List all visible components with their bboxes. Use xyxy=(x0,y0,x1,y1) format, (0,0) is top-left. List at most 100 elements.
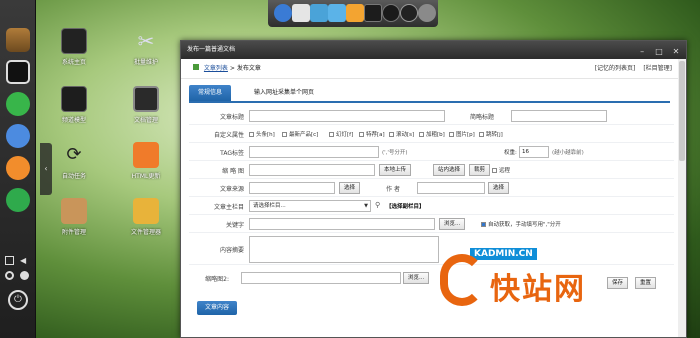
column-manage-link[interactable]: [栏目管理] xyxy=(643,65,672,72)
notes-icon[interactable] xyxy=(6,60,30,84)
tag-input[interactable] xyxy=(249,146,379,158)
settings-icon[interactable] xyxy=(5,271,14,280)
grid-icon[interactable] xyxy=(5,256,14,265)
crop-button[interactable]: 裁剪 xyxy=(469,164,491,176)
breadcrumb-sep: > xyxy=(229,65,235,72)
source-input[interactable] xyxy=(249,182,335,194)
attr-image[interactable]: 图片[p] xyxy=(449,130,475,138)
window-titlebar[interactable]: 发布一篇普通文档 – □ ✕ xyxy=(181,41,686,59)
window-title: 发布一篇普通文档 xyxy=(187,46,236,53)
moon-icon[interactable] xyxy=(400,4,418,22)
desktop-icon-label: 文档管理 xyxy=(133,117,158,124)
article-content-button[interactable]: 文章内容 xyxy=(197,301,238,315)
desktop-icon-docs[interactable]: 文档管理 xyxy=(118,86,174,124)
title-label: 文章标题 xyxy=(219,114,244,121)
sub-column-link[interactable]: 【选择副栏目】 xyxy=(386,202,425,210)
breadcrumb-link[interactable]: 文章列表 xyxy=(204,65,228,72)
row-tags: TAG标签 (','号分开) 权重: 16 (越小越靠前) xyxy=(189,143,674,161)
chart-icon[interactable] xyxy=(292,4,310,22)
thumb2-input[interactable] xyxy=(241,272,401,284)
auto-fetch-checkbox[interactable]: 自动获取，手动填写用","分开 xyxy=(481,220,561,228)
weight-label: 权重: xyxy=(504,150,517,156)
tab-collect-url[interactable]: 输入网址采集单个网页 xyxy=(245,85,323,101)
desktop-icon-batch[interactable]: ✂ 批量维护 xyxy=(118,28,174,66)
attr-bold[interactable]: 加粗[b] xyxy=(419,130,445,138)
tab-general[interactable]: 常规信息 xyxy=(189,85,232,101)
gear-icon[interactable] xyxy=(418,4,436,22)
summary-textarea[interactable] xyxy=(249,236,439,263)
search-icon[interactable]: ⚲ xyxy=(375,201,380,209)
keyword-browse-button[interactable]: 浏览... xyxy=(439,218,466,230)
keyword-input[interactable] xyxy=(249,218,435,230)
minimize-icon[interactable]: – xyxy=(636,46,648,58)
document-icon[interactable] xyxy=(6,156,30,180)
attr-label: 自定义属性 xyxy=(213,132,244,139)
row-attrs: 自定义属性 头条[h] 最新产品[c] 幻灯[f] 特荐[a] 滚动[s] 加粗… xyxy=(189,125,674,143)
desktop-icon-files[interactable]: 文件管理器 xyxy=(118,198,174,236)
globe-icon[interactable] xyxy=(274,4,292,22)
tag-label: TAG标签 xyxy=(220,150,244,157)
thumb-input[interactable] xyxy=(249,164,375,176)
author-label: 作 者 xyxy=(386,186,400,193)
close-icon[interactable]: ✕ xyxy=(670,46,682,58)
watermark-url: KADMIN.CN xyxy=(470,248,537,260)
keyword-label: 关键字 xyxy=(225,222,244,229)
attr-recommend[interactable]: 特荐[a] xyxy=(359,130,385,138)
attr-headline[interactable]: 头条[h] xyxy=(249,130,275,138)
desktop-icon-html[interactable]: HTML更新 xyxy=(118,142,174,180)
thumb2-label: 缩略图2: xyxy=(205,276,229,283)
attr-slide[interactable]: 幻灯[f] xyxy=(329,130,353,138)
desktop-icon-label: 频道模型 xyxy=(61,117,86,124)
short-title-input[interactable] xyxy=(511,110,607,122)
thumb-label: 缩 略 图 xyxy=(222,168,244,175)
reset-button[interactable]: 重置 xyxy=(635,277,657,289)
power-icon[interactable]: ⏻ xyxy=(8,290,28,310)
desktop-icon-label: 批量维护 xyxy=(133,59,158,66)
books-icon[interactable] xyxy=(6,28,30,52)
author-input[interactable] xyxy=(417,182,485,194)
desktop-icon-label: 文件管理器 xyxy=(130,229,161,236)
remembered-list-link[interactable]: [记忆的列表页] xyxy=(595,65,636,72)
envelope-icon[interactable] xyxy=(328,4,346,22)
author-choose-button[interactable]: 选择 xyxy=(488,182,510,194)
volume-icon[interactable]: ◀ xyxy=(20,256,29,265)
summary-label: 内容摘要 xyxy=(219,247,244,254)
row-source: 文章来源 选择 作 者 选择 xyxy=(189,179,674,197)
desktop-icon-attach[interactable]: 附件管理 xyxy=(46,198,102,236)
weight-hint: (越小越靠前) xyxy=(552,150,584,156)
attr-jump[interactable]: 跳转[j] xyxy=(479,130,503,138)
desktop-icon-label: 附件管理 xyxy=(61,229,86,236)
upload-icon[interactable] xyxy=(6,188,30,212)
thumb2-browse-button[interactable]: 浏览... xyxy=(403,272,430,284)
desktop-icon-home[interactable]: 系统主页 xyxy=(46,28,102,66)
window-scrollbar[interactable] xyxy=(678,59,686,337)
breadcrumb-current: 发布文章 xyxy=(236,65,261,72)
desktop-icon-tasks[interactable]: ⟳ 自动任务 xyxy=(46,142,102,180)
desktop-icon-label: 自动任务 xyxy=(61,173,86,180)
top-taskbar xyxy=(268,0,438,27)
row-thumb: 缩 略 图 本地上传 站内选择 裁剪 远程 xyxy=(189,161,674,179)
weight-input[interactable]: 16 xyxy=(519,146,549,158)
local-upload-button[interactable]: 本地上传 xyxy=(379,164,412,176)
desktop: ◀ ⏻ ‹ 系统主页 ✂ 批量维护 频道模型 文档管理 ⟳ 自动任务 HTML更新 … xyxy=(0,0,700,338)
maximize-icon[interactable]: □ xyxy=(653,46,665,58)
palette-icon[interactable] xyxy=(20,271,29,280)
user-card-icon[interactable] xyxy=(364,4,382,22)
dark-circle-icon[interactable] xyxy=(382,4,400,22)
paint-icon[interactable] xyxy=(346,4,364,22)
wallet-icon[interactable] xyxy=(310,4,328,22)
attr-scroll[interactable]: 滚动[s] xyxy=(389,130,414,138)
title-input[interactable] xyxy=(249,110,445,122)
column-select[interactable]: 请选择栏目... ▼ xyxy=(249,200,371,212)
site-select-button[interactable]: 站内选择 xyxy=(433,164,466,176)
source-label: 文章来源 xyxy=(219,186,244,193)
desktop-icon-channel[interactable]: 频道模型 xyxy=(46,86,102,124)
attr-latest[interactable]: 最新产品[c] xyxy=(282,130,318,138)
short-title-label: 简略标题 xyxy=(469,114,494,121)
server-icon[interactable] xyxy=(6,124,30,148)
chat-icon[interactable] xyxy=(6,92,30,116)
row-keywords: 关键字 浏览... 自动获取，手动填写用","分开 xyxy=(189,215,674,233)
remote-checkbox[interactable]: 远程 xyxy=(492,166,510,174)
scrollbar-thumb[interactable] xyxy=(679,61,685,161)
column-label: 文章主栏目 xyxy=(213,204,244,211)
